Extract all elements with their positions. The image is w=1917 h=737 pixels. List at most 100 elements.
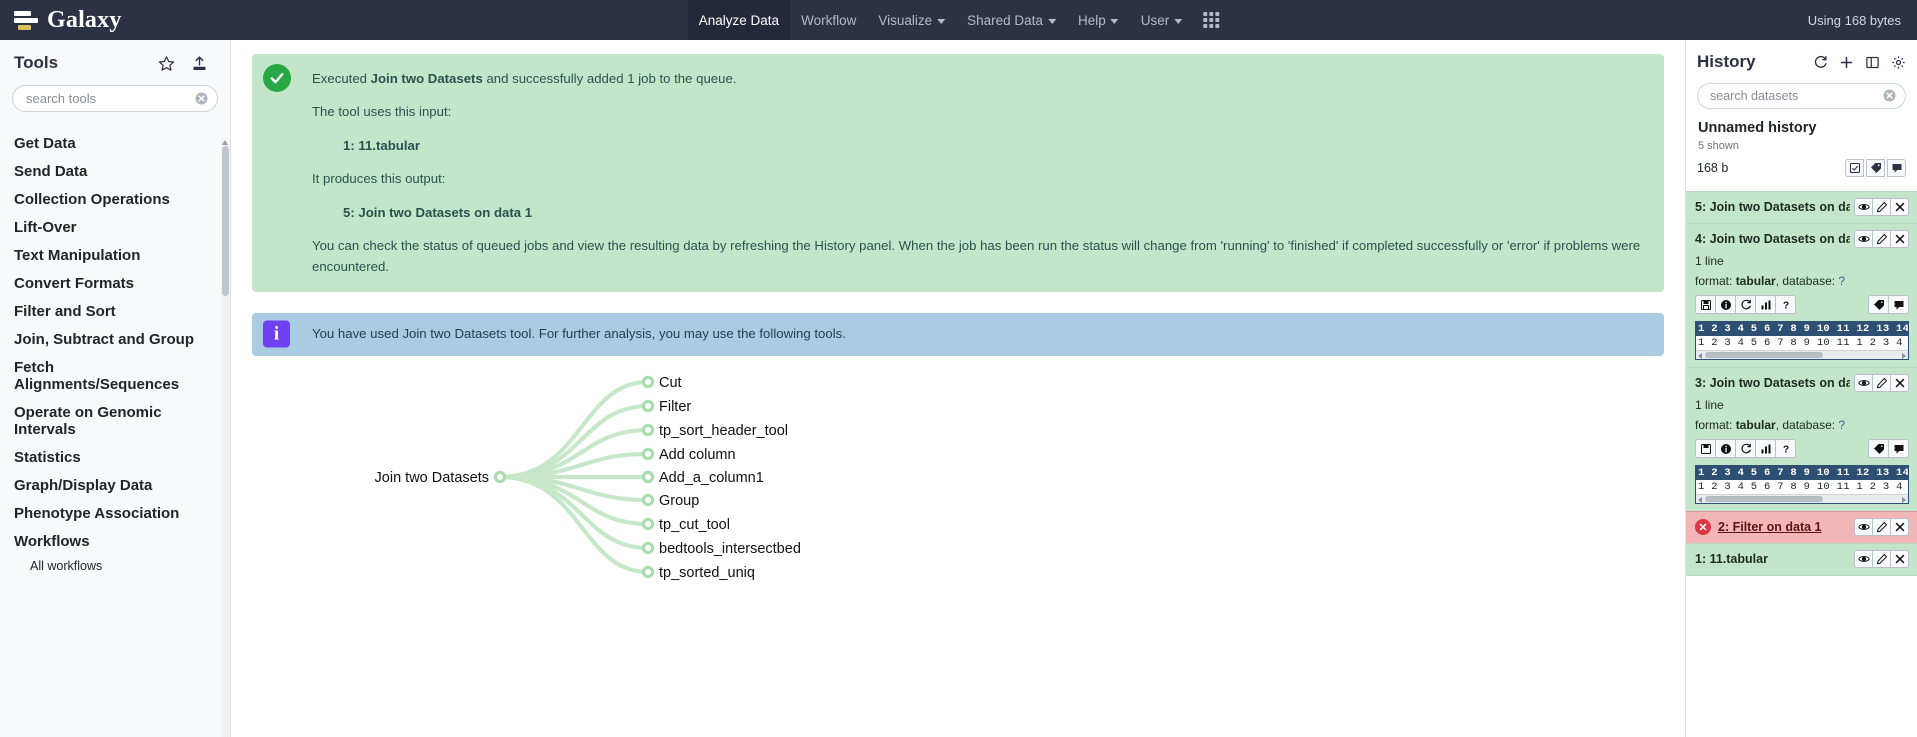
visualize-chart-icon[interactable] xyxy=(1755,439,1776,458)
peek-horizontal-scrollbar[interactable] xyxy=(1696,350,1908,359)
scroll-right-arrow-icon[interactable] xyxy=(1902,496,1906,503)
favorites-star-icon[interactable] xyxy=(158,55,175,72)
annotation-icon[interactable] xyxy=(1888,439,1909,458)
tool-category-operate-on-genomic-intervals[interactable]: Operate on Genomic Intervals xyxy=(0,398,230,443)
edit-pencil-icon[interactable] xyxy=(1872,198,1891,216)
history-search-input[interactable] xyxy=(1697,83,1906,109)
nav-item-analyze-data[interactable]: Analyze Data xyxy=(687,0,791,40)
history-item[interactable]: 5: Join two Datasets on data 1 xyxy=(1686,191,1917,224)
tool-category-lift-over[interactable]: Lift-Over xyxy=(0,213,230,241)
edit-pencil-icon[interactable] xyxy=(1872,550,1891,568)
rerun-refresh-icon[interactable] xyxy=(1735,295,1756,314)
delete-x-icon[interactable] xyxy=(1890,550,1909,568)
tool-category-statistics[interactable]: Statistics xyxy=(0,443,230,471)
save-download-icon[interactable] xyxy=(1695,439,1716,458)
edit-pencil-icon[interactable] xyxy=(1872,230,1891,248)
nav-item-shared-data[interactable]: Shared Data xyxy=(956,0,1067,40)
tags-icon[interactable] xyxy=(1866,159,1885,177)
scroll-up-arrow-icon[interactable] xyxy=(222,140,228,145)
nav-item-workflow[interactable]: Workflow xyxy=(790,0,867,40)
history-item[interactable]: 1: 11.tabular xyxy=(1686,543,1917,576)
tree-node[interactable] xyxy=(641,541,655,554)
tree-node[interactable] xyxy=(641,517,655,530)
tool-item-all-workflows[interactable]: All workflows xyxy=(0,555,230,577)
nav-item-help[interactable]: Help xyxy=(1067,0,1130,40)
history-item-title[interactable]: 2: Filter on data 1 xyxy=(1718,520,1850,534)
switch-history-icon[interactable] xyxy=(1865,55,1880,70)
tool-category-convert-formats[interactable]: Convert Formats xyxy=(0,269,230,297)
edit-pencil-icon[interactable] xyxy=(1872,374,1891,392)
delete-x-icon[interactable] xyxy=(1890,374,1909,392)
tool-category-fetch-alignments-sequences[interactable]: Fetch Alignments/Sequences xyxy=(0,353,230,398)
scrollbar-thumb[interactable] xyxy=(1705,352,1823,358)
tree-node[interactable] xyxy=(641,375,655,388)
delete-x-icon[interactable] xyxy=(1890,230,1909,248)
tree-node[interactable] xyxy=(641,565,655,578)
annotation-icon[interactable] xyxy=(1887,159,1906,177)
help-question-icon[interactable]: ? xyxy=(1775,439,1796,458)
dataset-details-info-icon[interactable] xyxy=(1715,439,1736,458)
display-eye-icon[interactable] xyxy=(1854,374,1873,392)
tool-category-workflows[interactable]: Workflows xyxy=(0,527,230,555)
tool-category-join-subtract-group[interactable]: Join, Subtract and Group xyxy=(0,325,230,353)
display-eye-icon[interactable] xyxy=(1854,198,1873,216)
scroll-left-arrow-icon[interactable] xyxy=(1698,352,1702,359)
display-eye-icon[interactable] xyxy=(1854,230,1873,248)
tool-panel-scrollbar[interactable] xyxy=(221,140,230,737)
clear-search-icon[interactable] xyxy=(194,91,209,106)
tree-node[interactable] xyxy=(641,423,655,436)
database-value[interactable]: ? xyxy=(1838,418,1845,432)
delete-x-icon[interactable] xyxy=(1890,518,1909,536)
upload-icon[interactable] xyxy=(191,55,208,72)
tool-category-graph-display-data[interactable]: Graph/Display Data xyxy=(0,471,230,499)
save-download-icon[interactable] xyxy=(1695,295,1716,314)
history-name[interactable]: Unnamed history xyxy=(1686,109,1917,136)
apps-grid-icon[interactable] xyxy=(1203,12,1220,28)
edit-pencil-icon[interactable] xyxy=(1872,518,1891,536)
tool-category-phenotype-association[interactable]: Phenotype Association xyxy=(0,499,230,527)
visualize-chart-icon[interactable] xyxy=(1755,295,1776,314)
history-item-title[interactable]: 5: Join two Datasets on data 1 xyxy=(1695,200,1850,214)
help-question-icon[interactable]: ? xyxy=(1775,295,1796,314)
history-item[interactable]: ✕ 2: Filter on data 1 xyxy=(1686,511,1917,544)
history-item[interactable]: 3: Join two Datasets on data 1 1 line xyxy=(1686,367,1917,512)
tree-node[interactable] xyxy=(641,470,655,483)
refresh-history-icon[interactable] xyxy=(1813,55,1828,70)
nav-item-user[interactable]: User xyxy=(1130,0,1194,40)
tags-icon[interactable] xyxy=(1868,439,1889,458)
annotation-icon[interactable] xyxy=(1888,295,1909,314)
tags-icon[interactable] xyxy=(1868,295,1889,314)
tool-category-filter-and-sort[interactable]: Filter and Sort xyxy=(0,297,230,325)
clear-history-search-icon[interactable] xyxy=(1882,88,1897,103)
tool-category-collection-operations[interactable]: Collection Operations xyxy=(0,185,230,213)
tree-node[interactable] xyxy=(641,399,655,412)
scrollbar-thumb[interactable] xyxy=(222,146,229,296)
database-value[interactable]: ? xyxy=(1838,274,1845,288)
tree-node[interactable] xyxy=(641,447,655,460)
peek-horizontal-scrollbar[interactable] xyxy=(1696,494,1908,503)
search-input[interactable] xyxy=(12,85,218,112)
history-options-gear-icon[interactable] xyxy=(1891,55,1906,70)
tree-root-node[interactable] xyxy=(493,470,507,483)
tool-category-text-manipulation[interactable]: Text Manipulation xyxy=(0,241,230,269)
history-item[interactable]: 4: Join two Datasets on data 1 1 line xyxy=(1686,223,1917,368)
tool-category-get-data[interactable]: Get Data xyxy=(0,129,230,157)
delete-x-icon[interactable] xyxy=(1890,198,1909,216)
scroll-right-arrow-icon[interactable] xyxy=(1902,352,1906,359)
tree-node[interactable] xyxy=(641,493,655,506)
add-history-icon[interactable] xyxy=(1839,55,1854,70)
history-item-title[interactable]: 1: 11.tabular xyxy=(1695,552,1850,566)
tool-category-send-data[interactable]: Send Data xyxy=(0,157,230,185)
history-item-title[interactable]: 3: Join two Datasets on data 1 xyxy=(1695,376,1850,390)
rerun-refresh-icon[interactable] xyxy=(1735,439,1756,458)
select-items-icon[interactable] xyxy=(1845,159,1864,177)
display-eye-icon[interactable] xyxy=(1854,550,1873,568)
scroll-left-arrow-icon[interactable] xyxy=(1698,496,1702,503)
dataset-details-info-icon[interactable] xyxy=(1715,295,1736,314)
brand[interactable]: Galaxy xyxy=(0,7,122,34)
dataset-peek-table: 1 2 3 4 5 6 7 8 9 10 11 12 13 14 15 16 1… xyxy=(1695,465,1909,504)
scrollbar-thumb[interactable] xyxy=(1705,496,1823,502)
nav-item-visualize[interactable]: Visualize xyxy=(867,0,956,40)
history-item-title[interactable]: 4: Join two Datasets on data 1 xyxy=(1695,232,1850,246)
display-eye-icon[interactable] xyxy=(1854,518,1873,536)
